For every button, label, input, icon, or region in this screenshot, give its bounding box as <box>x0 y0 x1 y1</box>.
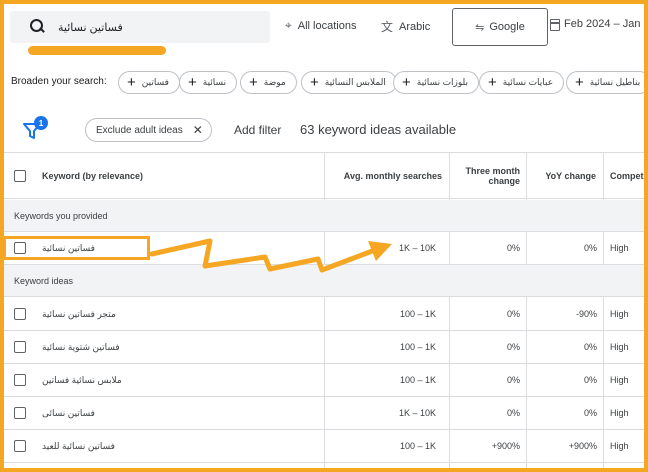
annotation-arrow <box>149 238 392 273</box>
